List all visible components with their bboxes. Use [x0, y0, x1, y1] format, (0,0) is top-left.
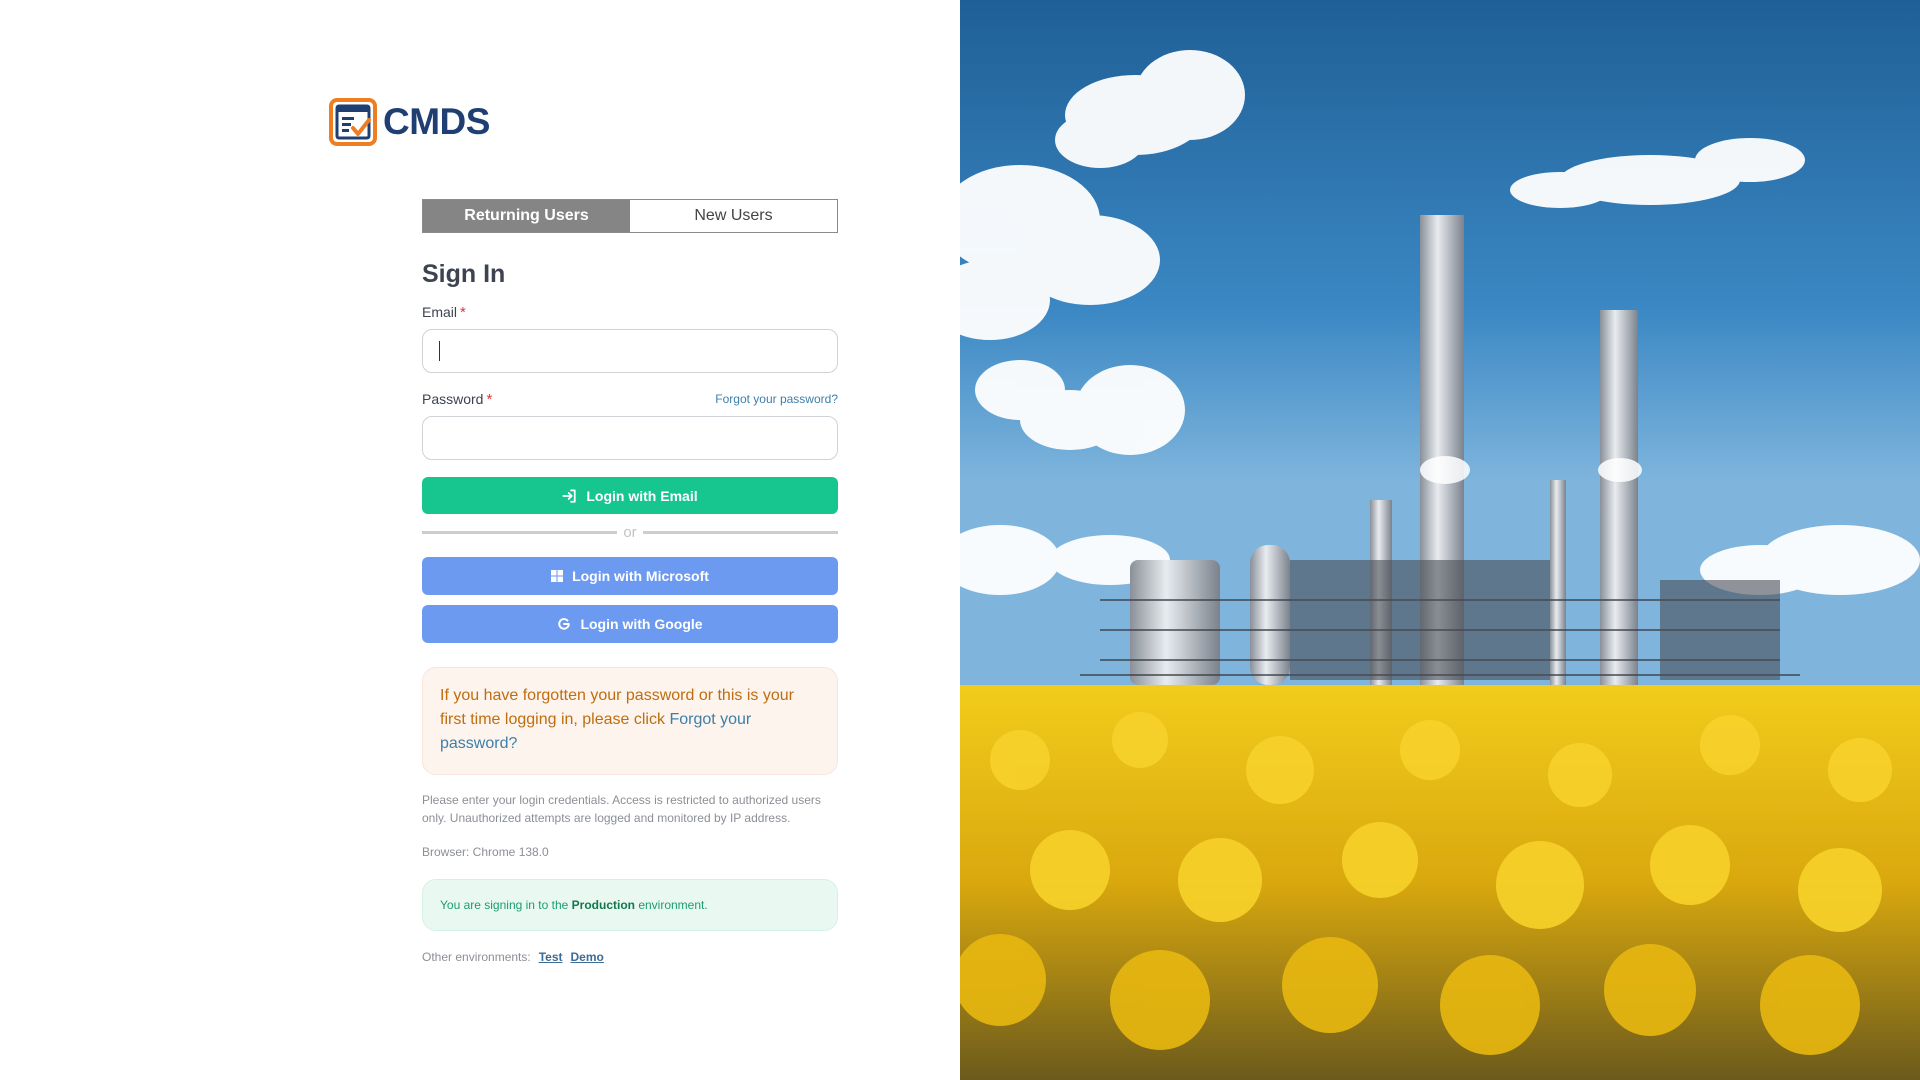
- text-cursor: [439, 341, 440, 361]
- forgot-password-link[interactable]: Forgot your password?: [715, 392, 838, 406]
- or-text: or: [623, 524, 637, 541]
- login-microsoft-label: Login with Microsoft: [572, 568, 709, 584]
- or-divider: or: [422, 524, 838, 541]
- login-email-label: Login with Email: [586, 487, 698, 504]
- tab-new-users[interactable]: New Users: [630, 200, 837, 232]
- other-environments: Other environments: Test Demo: [422, 950, 838, 964]
- password-label-text: Password: [422, 391, 484, 407]
- signin-form: Returning Users New Users Sign In Email *…: [422, 199, 838, 964]
- brand-name: CMDS: [383, 101, 490, 142]
- sign-in-icon: [562, 488, 576, 503]
- cmds-logo-icon: [329, 98, 377, 146]
- windows-icon: [551, 570, 564, 582]
- login-google-label: Login with Google: [580, 616, 703, 632]
- brand-logo: CMDS: [329, 98, 490, 146]
- email-label-row: Email *: [422, 304, 838, 321]
- email-input[interactable]: [422, 329, 838, 373]
- required-marker: *: [460, 304, 466, 321]
- page-title: Sign In: [422, 260, 506, 288]
- other-env-label: Other environments:: [422, 950, 531, 964]
- env-name: Production: [571, 898, 635, 912]
- browser-info: Browser: Chrome 138.0: [422, 845, 549, 859]
- password-label-row: Password * Forgot your password?: [422, 391, 838, 408]
- refinery-field-illustration: [960, 0, 1920, 1080]
- password-input[interactable]: [422, 416, 838, 460]
- password-label: Password *: [422, 391, 492, 408]
- email-label-text: Email: [422, 304, 458, 320]
- access-disclaimer: Please enter your login credentials. Acc…: [422, 793, 821, 825]
- divider-line: [642, 531, 838, 534]
- required-marker: *: [486, 391, 493, 408]
- login-panel: CMDS Returning Users New Users Sign In E…: [0, 0, 960, 1080]
- env-suffix: environment.: [634, 898, 708, 912]
- user-type-tabs: Returning Users New Users: [422, 199, 838, 233]
- email-label: Email *: [422, 304, 466, 321]
- login-email-button[interactable]: Login with Email: [422, 477, 838, 514]
- environment-banner: You are signing in to the Production env…: [422, 879, 838, 931]
- tab-returning-users[interactable]: Returning Users: [423, 200, 630, 232]
- login-google-button[interactable]: Login with Google: [422, 605, 838, 643]
- google-icon: [558, 618, 571, 630]
- login-microsoft-button[interactable]: Login with Microsoft: [422, 557, 838, 595]
- env-link-demo[interactable]: Demo: [571, 950, 604, 964]
- divider-line: [422, 531, 618, 534]
- env-link-test[interactable]: Test: [539, 950, 563, 964]
- env-prefix: You are signing in to the: [440, 898, 572, 912]
- hero-image: [960, 0, 1920, 1080]
- first-login-notice: If you have forgotten your password or t…: [422, 667, 838, 775]
